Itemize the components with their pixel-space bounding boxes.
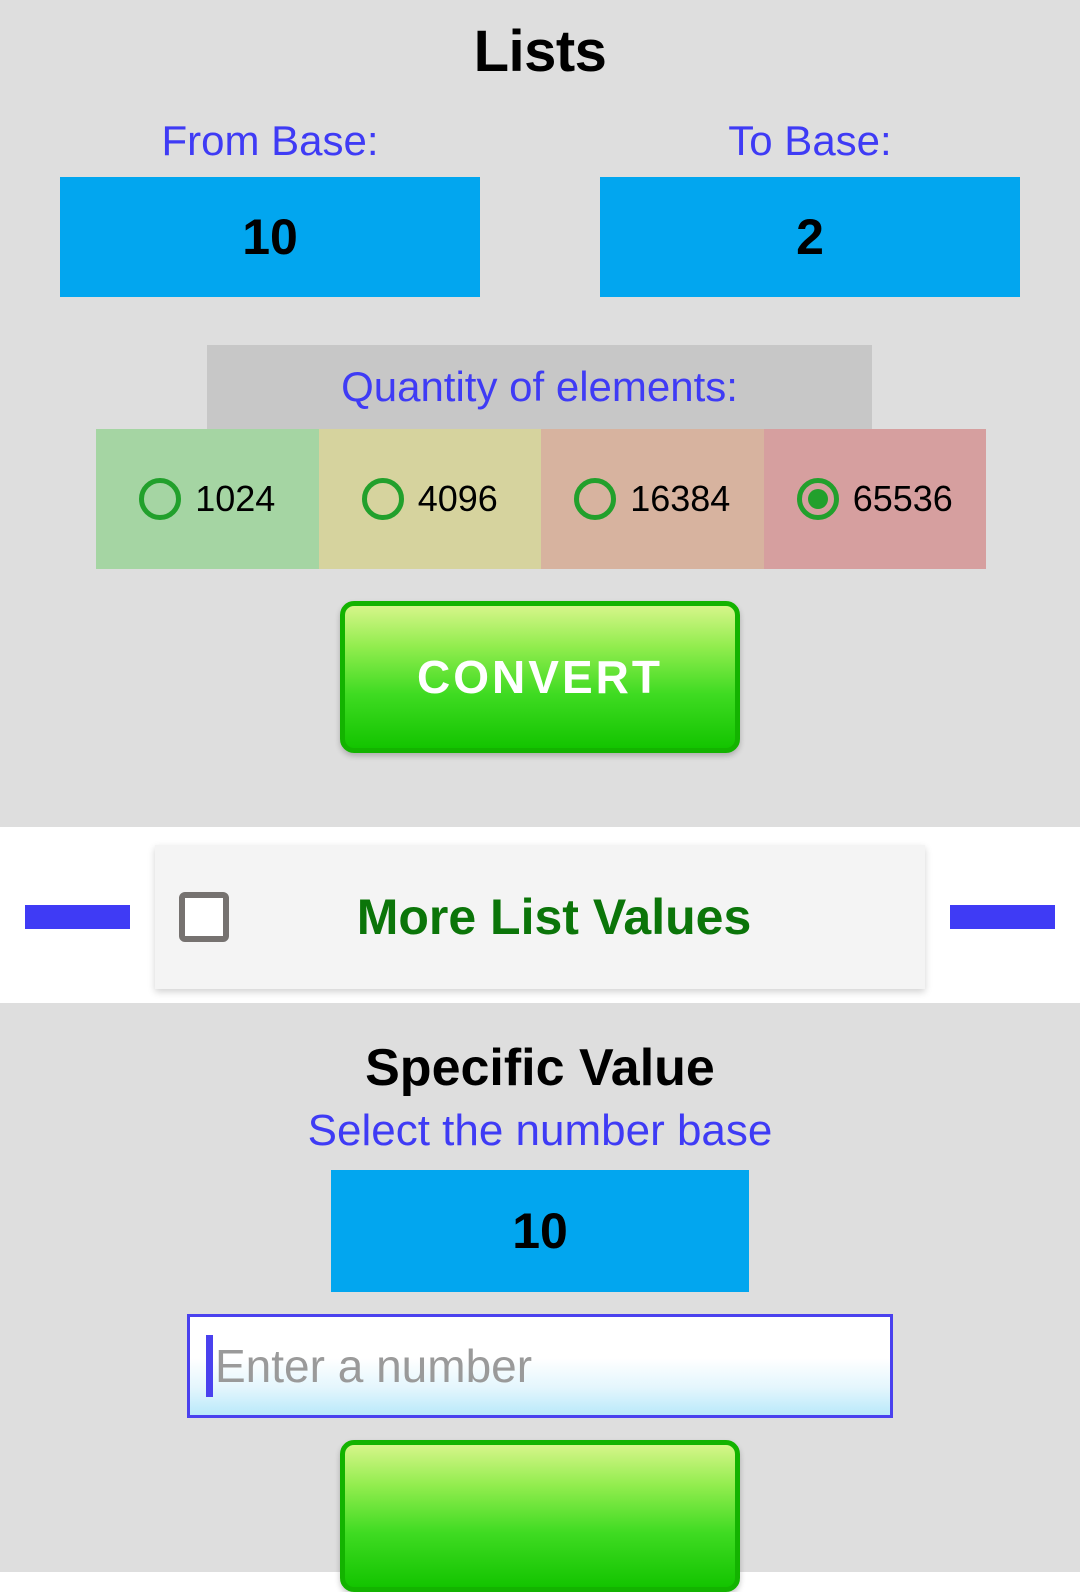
to-base-label: To Base: [728,116,892,164]
from-base-group: From Base: 10 [60,116,480,297]
more-list-values-label: More List Values [356,889,752,945]
specific-value-subtitle: Select the number base [307,1105,773,1155]
app-screen: Lists From Base: 10 To Base: 2 Quantity … [0,0,1080,1592]
lists-section: Lists From Base: 10 To Base: 2 Quantity … [0,0,1080,827]
specific-value-title: Specific Value [365,1039,715,1097]
page-title: Lists [473,19,607,84]
quantity-option-label: 4096 [417,477,498,519]
quantity-header: Quantity of elements: [207,344,872,429]
specific-convert-button-row [0,1439,1080,1592]
from-base-label: From Base: [161,116,379,164]
to-base-select[interactable]: 2 [600,176,1020,297]
quantity-radio-group: 1024 4096 16384 65536 [96,428,986,569]
checkbox-icon[interactable] [179,892,229,942]
specific-base-select[interactable]: 10 [331,1169,749,1292]
number-input[interactable]: Enter a number [187,1313,893,1418]
quantity-label: Quantity of elements: [341,362,738,410]
convert-button[interactable]: CONVERT [340,600,740,753]
specific-base-row: 10 [0,1169,1080,1292]
divider-left [25,905,130,929]
radio-icon[interactable] [574,477,617,520]
quantity-option-16384[interactable]: 16384 [541,428,764,569]
number-input-row: Enter a number [0,1313,1080,1418]
divider-right [950,905,1055,929]
quantity-group: Quantity of elements: 1024 4096 16384 65… [0,344,1080,575]
quantity-option-1024[interactable]: 1024 [96,428,319,569]
specific-convert-button[interactable] [340,1439,740,1592]
to-base-group: To Base: 2 [600,116,1020,297]
convert-button-row: CONVERT [0,600,1080,753]
number-input-placeholder: Enter a number [215,1339,533,1392]
from-base-select[interactable]: 10 [60,176,480,297]
base-selectors-row: From Base: 10 To Base: 2 [0,116,1080,297]
quantity-option-label: 1024 [195,477,276,519]
specific-value-section: Specific Value Select the number base 10… [0,1003,1080,1592]
quantity-option-label: 65536 [852,477,953,519]
radio-icon[interactable] [796,477,839,520]
quantity-option-label: 16384 [630,477,731,519]
more-list-values-band: More List Values [0,827,1080,1003]
quantity-option-4096[interactable]: 4096 [318,428,541,569]
more-list-values-card[interactable]: More List Values [155,845,925,989]
radio-icon[interactable] [139,477,182,520]
quantity-option-65536[interactable]: 65536 [763,428,986,569]
radio-icon[interactable] [361,477,404,520]
text-caret [206,1334,213,1397]
